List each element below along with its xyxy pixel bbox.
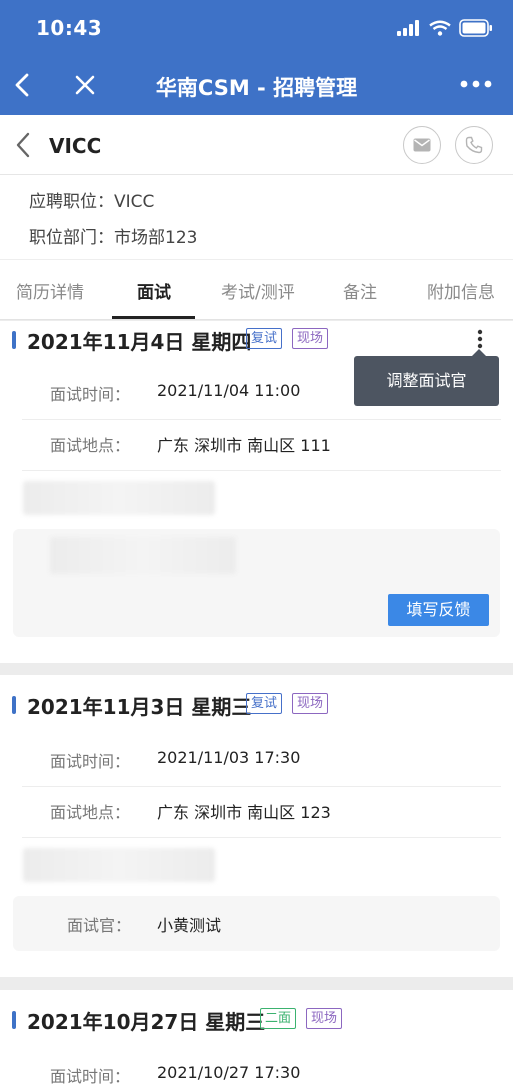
dept-value: 市场部123 [114, 228, 198, 248]
interview-time-row: 面试时间： 2021/10/27 17:30 [0, 1049, 513, 1089]
tab-interview[interactable]: 面试 [137, 278, 171, 303]
candidate-name: VICC [49, 134, 102, 158]
interview-card: 2021年11月3日 星期三 复试 现场 面试时间： 2021/11/03 17… [0, 675, 513, 977]
adjust-interviewer-menu-item[interactable]: 调整面试官 [354, 349, 499, 406]
interview-card: 2021年10月27日 星期三 二面 现场 面试时间： 2021/10/27 1… [0, 990, 513, 1089]
mail-icon [413, 138, 431, 152]
feedback-box: 填写反馈 [13, 529, 500, 637]
blurred-content [50, 537, 236, 574]
interview-mode-tag: 现场 [292, 328, 329, 349]
fill-feedback-button[interactable]: 填写反馈 [388, 594, 489, 626]
battery-icon [459, 19, 492, 37]
date-accent-bar [12, 696, 16, 714]
dept-row: 职位部门：市场部123 [29, 223, 197, 248]
interview-place-label: 面试地点： [50, 436, 131, 455]
interview-place-row: 面试地点： 广东 深圳市 南山区 111 [0, 418, 513, 470]
interviewer-value: 小黄测试 [157, 916, 222, 935]
interviewer-box: 面试官： 小黄测试 [13, 896, 500, 951]
interview-time-label: 面试时间： [50, 1067, 131, 1086]
interview-time-row: 面试时间： 2021/11/03 17:30 [0, 734, 513, 786]
interview-place-value: 广东 深圳市 南山区 123 [157, 803, 331, 822]
interview-mode-tag: 现场 [306, 1008, 343, 1029]
phone-icon [465, 136, 483, 154]
interview-date: 2021年11月4日 星期四 [27, 330, 252, 354]
more-icon[interactable] [459, 72, 493, 96]
position-value: VICC [114, 192, 155, 212]
row-divider [22, 470, 501, 471]
interview-date-row: 2021年11月4日 星期四 复试 现场 [0, 321, 513, 361]
date-accent-bar [12, 331, 16, 349]
blurred-content [23, 481, 215, 515]
candidate-header: VICC [0, 115, 513, 175]
interview-date: 2021年11月3日 星期三 [27, 695, 252, 719]
tab-resume[interactable]: 简历详情 [16, 278, 84, 303]
date-accent-bar [12, 1011, 16, 1029]
status-time: 10:43 [36, 16, 103, 40]
blurred-content [23, 848, 215, 882]
wifi-icon [429, 20, 451, 36]
interview-time-value: 2021/11/03 17:30 [157, 748, 301, 767]
interview-time-label: 面试时间： [50, 385, 131, 404]
signal-icon [397, 20, 419, 36]
position-row: 应聘职位：VICC [29, 187, 154, 212]
position-label: 应聘职位： [29, 192, 114, 212]
row-divider [22, 837, 501, 838]
interview-date-row: 2021年10月27日 星期三 二面 现场 [0, 1001, 513, 1041]
interview-round-tag: 二面 [260, 1008, 297, 1029]
job-info: 应聘职位：VICC 职位部门：市场部123 [0, 175, 513, 259]
interview-mode-tag: 现场 [292, 693, 329, 714]
tab-active-indicator [112, 316, 195, 319]
status-bar: 10:43 [0, 0, 513, 56]
interview-round-tag: 复试 [246, 693, 283, 714]
tab-extra-info[interactable]: 附加信息 [427, 278, 495, 303]
interviewer-label: 面试官： [67, 916, 132, 935]
interview-date-row: 2021年11月3日 星期三 复试 现场 [0, 686, 513, 726]
interview-place-row: 面试地点： 广东 深圳市 南山区 123 [0, 785, 513, 837]
app-header: 10:43 华南CSM - 招聘管理 [0, 0, 513, 115]
page-title: 华南CSM - 招聘管理 [155, 76, 358, 100]
interview-time-label: 面试时间： [50, 752, 131, 771]
interview-date: 2021年10月27日 星期三 [27, 1010, 266, 1034]
interview-place-value: 广东 深圳市 南山区 111 [157, 436, 331, 455]
mail-button[interactable] [403, 126, 441, 164]
tab-exam[interactable]: 考试/测评 [221, 278, 295, 303]
nav-bar: 华南CSM - 招聘管理 [0, 56, 513, 115]
phone-button[interactable] [455, 126, 493, 164]
status-icons [397, 18, 493, 38]
interview-place-label: 面试地点： [50, 803, 131, 822]
interview-round-tag: 复试 [246, 328, 283, 349]
interview-time-value: 2021/10/27 17:30 [157, 1063, 301, 1082]
tab-bar: 简历详情 面试 考试/测评 备注 附加信息 [0, 259, 513, 320]
tab-notes[interactable]: 备注 [343, 278, 377, 303]
interview-time-value: 2021/11/04 11:00 [157, 381, 301, 400]
dept-label: 职位部门： [29, 228, 114, 248]
back-icon[interactable] [12, 130, 36, 160]
